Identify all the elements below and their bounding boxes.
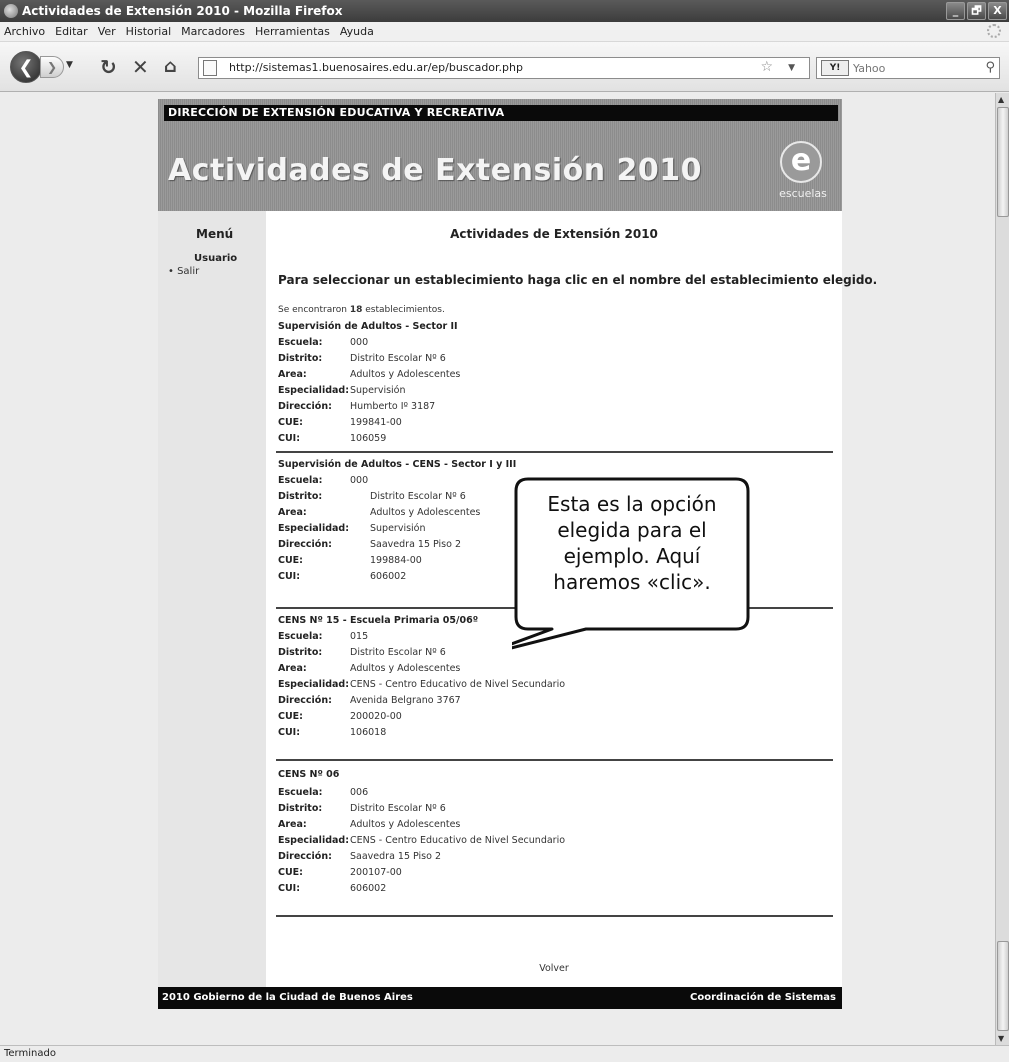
- back-link[interactable]: Volver: [266, 963, 842, 974]
- forward-button[interactable]: ❯: [40, 56, 64, 78]
- history-dropdown-icon[interactable]: ▼: [66, 60, 73, 70]
- page-banner: DIRECCIÓN DE EXTENSIÓN EDUCATIVA Y RECRE…: [158, 99, 842, 211]
- callout-text: Esta es la opción elegida para el ejempl…: [547, 492, 717, 594]
- content-viewport: DIRECCIÓN DE EXTENSIÓN EDUCATIVA Y RECRE…: [0, 93, 995, 1045]
- stop-icon[interactable]: ✕: [132, 56, 149, 78]
- logo-letter: e: [790, 143, 812, 178]
- reload-icon[interactable]: ↻: [100, 56, 117, 78]
- establishment-link[interactable]: Supervisión de Adultos - CENS - Sector I…: [278, 459, 516, 470]
- page-icon: [203, 60, 217, 76]
- logout-link[interactable]: • Salir: [168, 266, 199, 277]
- menu-bar: Archivo Editar Ver Historial Marcadores …: [0, 22, 1009, 42]
- menu-archivo[interactable]: Archivo: [4, 25, 45, 38]
- menu-herramientas[interactable]: Herramientas: [255, 25, 330, 38]
- scrollbar-thumb[interactable]: [997, 107, 1009, 217]
- record-separator: [276, 451, 833, 453]
- user-label: Usuario: [194, 253, 238, 264]
- page-title: Actividades de Extensión 2010: [450, 227, 658, 241]
- logo-word: escuelas: [779, 187, 827, 200]
- banner-title: Actividades de Extensión 2010: [168, 153, 703, 188]
- url-dropdown-icon[interactable]: ▼: [788, 58, 795, 78]
- back-arrow-icon: ❮: [18, 57, 34, 78]
- page-footer: 2010 Gobierno de la Ciudad de Buenos Air…: [158, 987, 842, 1009]
- establishment-link[interactable]: CENS Nº 06: [278, 769, 339, 780]
- search-engine-icon[interactable]: Y!: [821, 60, 849, 76]
- footer-credits: Coordinación de Sistemas: [690, 992, 836, 1003]
- vertical-scrollbar[interactable]: ▲ ▼: [995, 93, 1009, 1045]
- menu-ver[interactable]: Ver: [98, 25, 116, 38]
- department-header: DIRECCIÓN DE EXTENSIÓN EDUCATIVA Y RECRE…: [164, 105, 838, 121]
- status-bar: Terminado: [0, 1045, 1009, 1062]
- establishment-link[interactable]: Supervisión de Adultos - Sector II: [278, 321, 458, 332]
- window-title-bar: Actividades de Extensión 2010 - Mozilla …: [0, 0, 1009, 22]
- back-button[interactable]: ❮: [10, 51, 42, 83]
- record-separator: [276, 915, 833, 917]
- menu-ayuda[interactable]: Ayuda: [340, 25, 374, 38]
- firefox-icon: [4, 4, 18, 18]
- forward-arrow-icon: ❯: [46, 60, 58, 74]
- scrollbar-thumb-lower[interactable]: [997, 941, 1009, 1031]
- escuelas-logo: e escuelas: [778, 139, 827, 209]
- window-title: Actividades de Extensión 2010 - Mozilla …: [22, 4, 343, 18]
- menu-title: Menú: [196, 227, 234, 241]
- maximize-button[interactable]: 🗗: [967, 2, 986, 20]
- establishment-link[interactable]: CENS Nº 15 - Escuela Primaria 05/06º: [278, 615, 478, 626]
- menu-marcadores[interactable]: Marcadores: [181, 25, 245, 38]
- search-box[interactable]: Y! ⚲: [816, 57, 1000, 79]
- instructions: Para seleccionar un establecimiento haga…: [278, 273, 878, 287]
- page-bottom-space: [158, 1009, 842, 1039]
- scroll-up-icon[interactable]: ▲: [998, 95, 1004, 104]
- url-text[interactable]: http://sistemas1.buenosaires.edu.ar/ep/b…: [229, 58, 523, 78]
- navigation-toolbar: ❮ ❯ ▼ ↻ ✕ ⌂ http://sistemas1.buenosaires…: [0, 42, 1009, 92]
- minimize-button[interactable]: _: [946, 2, 965, 20]
- search-input[interactable]: [853, 59, 973, 77]
- close-button[interactable]: X: [988, 2, 1007, 20]
- results-count: Se encontraron 18 establecimientos.: [278, 305, 445, 315]
- scroll-down-icon[interactable]: ▼: [998, 1034, 1004, 1043]
- home-icon[interactable]: ⌂: [164, 56, 177, 78]
- search-go-icon[interactable]: ⚲: [985, 58, 995, 78]
- menu-historial[interactable]: Historial: [126, 25, 171, 38]
- window-controls: _ 🗗 X: [946, 2, 1007, 20]
- footer-copyright: 2010 Gobierno de la Ciudad de Buenos Air…: [162, 992, 413, 1003]
- bookmark-star-icon[interactable]: ☆: [760, 57, 773, 77]
- annotation-callout: Esta es la opción elegida para el ejempl…: [512, 477, 752, 650]
- sidebar-menu: Menú Usuario • Salir: [158, 211, 266, 987]
- throbber-icon: [987, 24, 1001, 38]
- record-separator: [276, 759, 833, 761]
- address-bar[interactable]: http://sistemas1.buenosaires.edu.ar/ep/b…: [198, 57, 810, 79]
- menu-editar[interactable]: Editar: [55, 25, 88, 38]
